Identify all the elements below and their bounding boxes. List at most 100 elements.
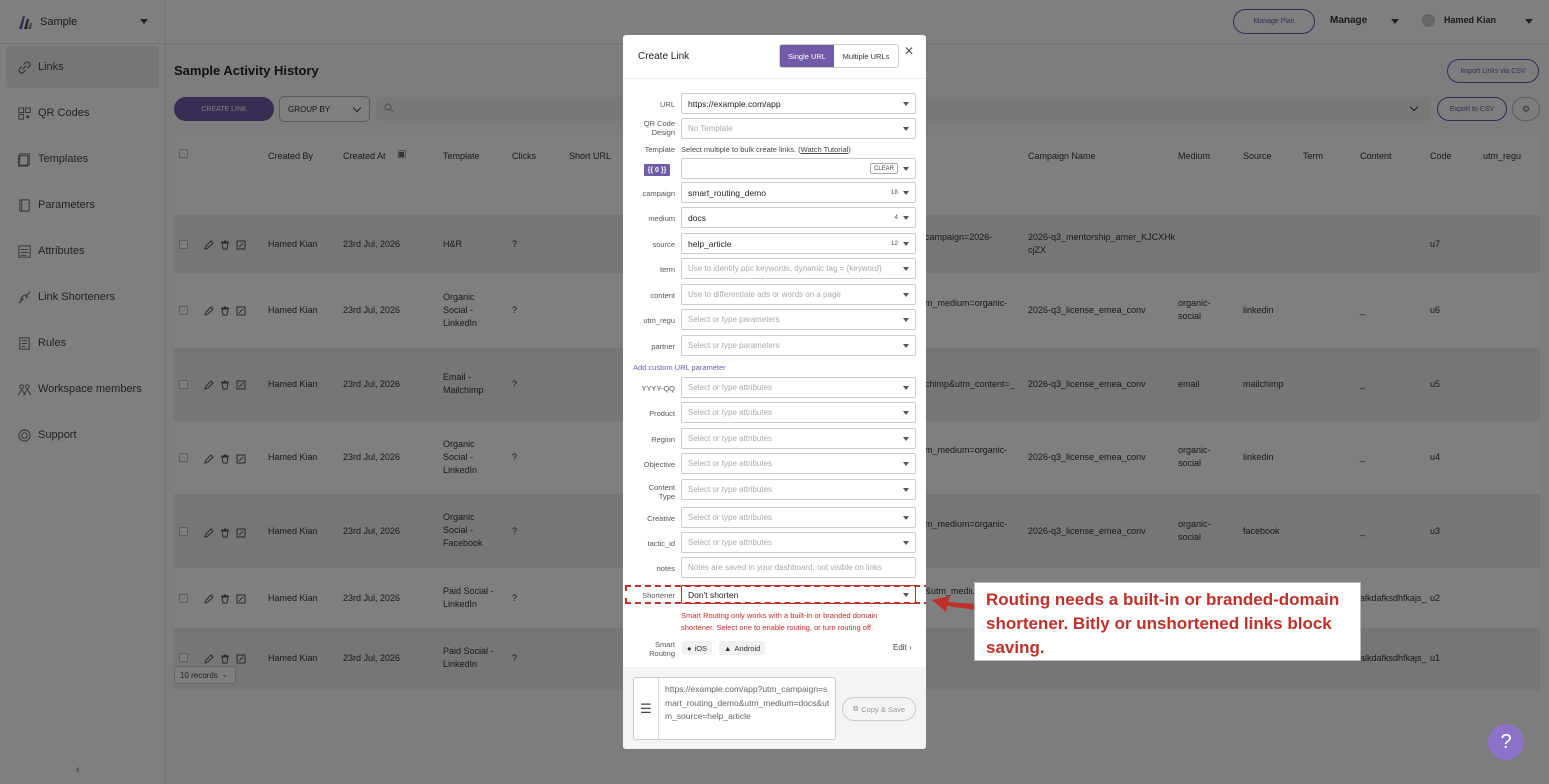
chevron-down-icon[interactable] bbox=[903, 386, 909, 390]
chevron-down-icon[interactable] bbox=[903, 411, 909, 415]
content-select[interactable]: Use to differentiate ads or words on a p… bbox=[681, 284, 916, 305]
objective-select[interactable]: Select or type attributes bbox=[681, 453, 916, 474]
token-icon[interactable]: {{ 0 }} bbox=[644, 164, 670, 176]
partner-select[interactable]: Select or type parameters bbox=[681, 335, 916, 356]
option-count: 18 bbox=[890, 189, 898, 196]
field-placeholder: Select or type parameters bbox=[688, 315, 780, 324]
field-label: URL bbox=[659, 100, 675, 109]
field-value: smart_routing_demo bbox=[688, 188, 766, 198]
dialog-footer: ☰ https://example.com/app?utm_campaign=s… bbox=[623, 667, 926, 749]
option-count: 12 bbox=[890, 240, 898, 247]
field-label: QR Code Design bbox=[643, 119, 675, 137]
chevron-down-icon[interactable] bbox=[903, 167, 909, 171]
field-label: partner bbox=[651, 342, 675, 351]
chevron-down-icon[interactable] bbox=[903, 516, 909, 520]
copy-save-button[interactable]: ⧉ Copy & Save bbox=[842, 697, 916, 721]
chevron-down-icon[interactable] bbox=[903, 216, 909, 220]
pill-label: iOS bbox=[694, 643, 708, 653]
template-help: Select multiple to bulk create links. (W… bbox=[681, 145, 851, 154]
android-pill[interactable]: ▲ Android bbox=[719, 641, 766, 655]
chevron-down-icon[interactable] bbox=[903, 437, 909, 441]
field-label: notes bbox=[656, 564, 675, 573]
add-custom-parameter-link[interactable]: Add custom URL parameter bbox=[633, 363, 726, 372]
url-preview: ☰ https://example.com/app?utm_campaign=s… bbox=[633, 677, 836, 740]
chevron-down-icon[interactable] bbox=[903, 318, 909, 322]
field-label: YYYY-QQ bbox=[641, 384, 676, 393]
field-label: utm_regu bbox=[643, 316, 675, 325]
template-select[interactable]: CLEAR bbox=[681, 158, 916, 179]
source-select[interactable]: help_article 12 bbox=[681, 233, 916, 254]
watch-tutorial-link[interactable]: Watch Tutorial bbox=[801, 145, 849, 154]
field-placeholder: No Template bbox=[688, 124, 733, 133]
campaign-select[interactable]: smart_routing_demo 18 bbox=[681, 182, 916, 203]
field-placeholder: Select or type attributes bbox=[688, 383, 773, 392]
field-placeholder: Use to identify ppc keywords, dynamic ta… bbox=[688, 264, 882, 273]
region-select[interactable]: Select or type attributes bbox=[681, 428, 916, 449]
chevron-down-icon[interactable] bbox=[903, 191, 909, 195]
menu-icon[interactable]: ☰ bbox=[634, 678, 659, 739]
help-button[interactable]: ? bbox=[1488, 724, 1524, 760]
dialog-title: Create Link bbox=[638, 51, 690, 62]
field-label: Creative bbox=[647, 514, 675, 523]
preview-url: https://example.com/app?utm_campaign=sma… bbox=[665, 684, 830, 721]
field-value: docs bbox=[688, 213, 706, 223]
clear-button[interactable]: CLEAR bbox=[869, 163, 898, 174]
field-label: source bbox=[652, 240, 675, 249]
term-select[interactable]: Use to identify ppc keywords, dynamic ta… bbox=[681, 258, 916, 279]
qr-design-select[interactable]: No Template bbox=[681, 118, 916, 139]
medium-select[interactable]: docs 4 bbox=[681, 207, 916, 228]
tab-single-url[interactable]: Single URL bbox=[780, 45, 834, 67]
field-label: tactic_id bbox=[647, 539, 675, 548]
android-icon: ▲ bbox=[724, 643, 732, 653]
create-link-dialog: Create Link Single URL Multiple URLs ✕ U… bbox=[623, 35, 926, 749]
pill-label: Android bbox=[734, 643, 761, 653]
field-label: Objective bbox=[643, 460, 675, 469]
chevron-right-icon: › bbox=[909, 643, 912, 652]
close-icon[interactable]: ✕ bbox=[904, 44, 914, 58]
field-label: campaign bbox=[642, 189, 675, 198]
chevron-down-icon[interactable] bbox=[903, 127, 909, 131]
chevron-down-icon[interactable] bbox=[903, 293, 909, 297]
field-label: Product bbox=[649, 409, 675, 418]
field-value: https://example.com/app bbox=[688, 99, 781, 109]
creative-select[interactable]: Select or type attributes bbox=[681, 507, 916, 528]
shortener-error-message: Smart Routing only works with a built-in… bbox=[681, 611, 878, 632]
option-count: 4 bbox=[894, 214, 898, 221]
field-label: medium bbox=[648, 214, 675, 223]
field-placeholder: Select or type attributes bbox=[688, 434, 773, 443]
chevron-down-icon[interactable] bbox=[903, 267, 909, 271]
product-select[interactable]: Select or type attributes bbox=[681, 402, 916, 423]
callout-arrow-icon bbox=[932, 596, 976, 612]
utm-regu-select[interactable]: Select or type parameters bbox=[681, 309, 916, 330]
field-placeholder: Select or type attributes bbox=[688, 513, 773, 522]
yyyy-qq-select[interactable]: Select or type attributes bbox=[681, 377, 916, 398]
callout-text: Routing needs a built-in or branded-doma… bbox=[986, 590, 1340, 657]
chevron-down-icon[interactable] bbox=[903, 242, 909, 246]
chevron-down-icon[interactable] bbox=[903, 488, 909, 492]
field-placeholder: Select or type attributes bbox=[688, 459, 773, 468]
chevron-down-icon[interactable] bbox=[903, 541, 909, 545]
annotation-callout: Routing needs a built-in or branded-doma… bbox=[974, 582, 1361, 661]
field-placeholder: Select or type parameters bbox=[688, 341, 780, 350]
edit-smart-routing-link[interactable]: Edit › bbox=[893, 643, 912, 652]
chevron-down-icon[interactable] bbox=[903, 344, 909, 348]
notes-input[interactable]: Notes are saved in your dashboard, not v… bbox=[681, 557, 916, 578]
chevron-down-icon[interactable] bbox=[903, 462, 909, 466]
url-mode-toggle: Single URL Multiple URLs bbox=[779, 44, 899, 68]
field-value: help_article bbox=[688, 239, 732, 249]
field-label: term bbox=[660, 265, 675, 274]
ios-pill[interactable]: ● iOS bbox=[682, 641, 713, 655]
chevron-down-icon[interactable] bbox=[903, 102, 909, 106]
url-input[interactable]: https://example.com/app bbox=[681, 93, 916, 114]
edit-label: Edit bbox=[893, 643, 907, 652]
tab-multiple-urls[interactable]: Multiple URLs bbox=[834, 45, 898, 67]
copy-icon: ⧉ bbox=[852, 704, 859, 713]
field-placeholder: Select or type attributes bbox=[688, 485, 773, 494]
field-placeholder: Select or type attributes bbox=[688, 538, 773, 547]
content-type-select[interactable]: Select or type attributes bbox=[681, 479, 916, 500]
field-placeholder: Use to differentiate ads or words on a p… bbox=[688, 290, 841, 299]
apple-icon: ● bbox=[687, 643, 692, 653]
template-help-text: ) bbox=[848, 145, 851, 154]
tactic-id-select[interactable]: Select or type attributes bbox=[681, 532, 916, 553]
copy-save-label: Copy & Save bbox=[861, 704, 906, 714]
